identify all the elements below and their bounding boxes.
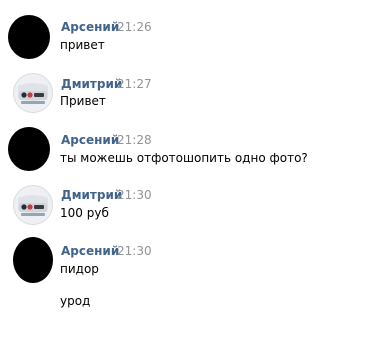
message-text: урод bbox=[60, 294, 91, 308]
message-author[interactable]: Дмитрий bbox=[61, 77, 122, 91]
message-time[interactable]: 21:26 bbox=[117, 20, 152, 34]
avatar[interactable] bbox=[13, 185, 53, 225]
message-time[interactable]: 21:28 bbox=[117, 133, 152, 147]
message-author[interactable]: Арсений bbox=[61, 244, 119, 258]
message-text: Привет bbox=[60, 94, 106, 108]
avatar[interactable] bbox=[13, 237, 53, 283]
message-text: привет bbox=[60, 38, 105, 52]
car-photo-icon bbox=[14, 74, 52, 112]
avatar[interactable] bbox=[13, 73, 53, 113]
car-photo-icon bbox=[14, 186, 52, 224]
message-time[interactable]: 21:27 bbox=[117, 77, 152, 91]
avatar[interactable] bbox=[8, 127, 50, 171]
message-time[interactable]: 21:30 bbox=[117, 244, 152, 258]
message-text: 100 руб bbox=[60, 206, 109, 220]
message-text: пидор bbox=[60, 262, 99, 276]
chat-history: Арсений 21:26 привет Дмитрий 21:27 Приве… bbox=[0, 0, 389, 341]
avatar[interactable] bbox=[8, 15, 50, 59]
message-time[interactable]: 21:30 bbox=[117, 188, 152, 202]
message-author[interactable]: Арсений bbox=[61, 133, 119, 147]
message-author[interactable]: Дмитрий bbox=[61, 188, 122, 202]
message-author[interactable]: Арсений bbox=[61, 20, 119, 34]
message-text: ты можешь отфотошопить одно фото? bbox=[60, 151, 308, 165]
